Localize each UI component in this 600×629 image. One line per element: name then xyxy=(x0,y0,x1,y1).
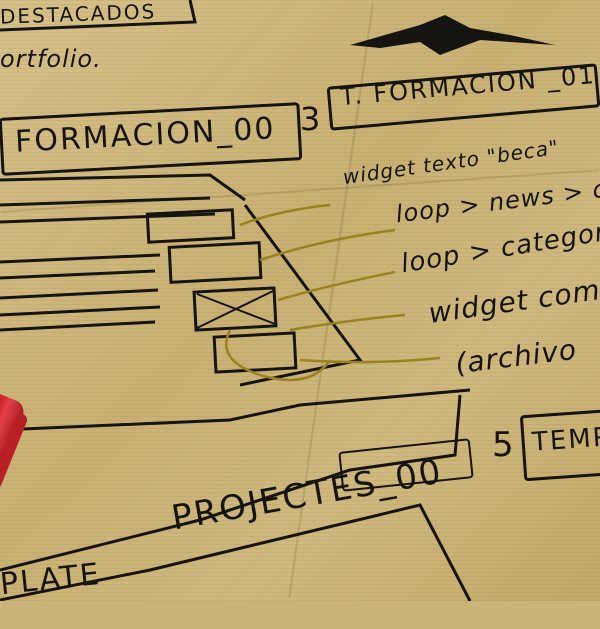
text-line xyxy=(0,196,211,207)
mountain-logo-sketch xyxy=(350,15,555,55)
gold-arrow xyxy=(289,313,406,332)
text-line xyxy=(0,320,156,332)
text-line xyxy=(0,253,161,264)
gold-arrow xyxy=(277,270,396,302)
text-line xyxy=(0,305,161,317)
number-5: 5 xyxy=(492,425,516,465)
widget-box-2 xyxy=(167,241,263,284)
image-cross-2 xyxy=(196,289,276,329)
gold-arrow xyxy=(259,228,396,262)
text-line xyxy=(0,212,216,224)
number-3: 3 xyxy=(300,100,323,138)
gold-curve xyxy=(225,329,332,382)
page-frame-bottom xyxy=(0,388,471,432)
template-5-label: TEMP xyxy=(531,422,600,458)
portfolio-text: ortfolio. xyxy=(0,45,102,73)
text-line xyxy=(0,269,156,280)
text-line xyxy=(0,288,159,300)
gold-arrow xyxy=(299,356,441,364)
page-frame-top xyxy=(0,173,246,202)
photo-scene: DESTACADOS ortfolio. T. FORMACION _01 3 … xyxy=(0,0,600,602)
